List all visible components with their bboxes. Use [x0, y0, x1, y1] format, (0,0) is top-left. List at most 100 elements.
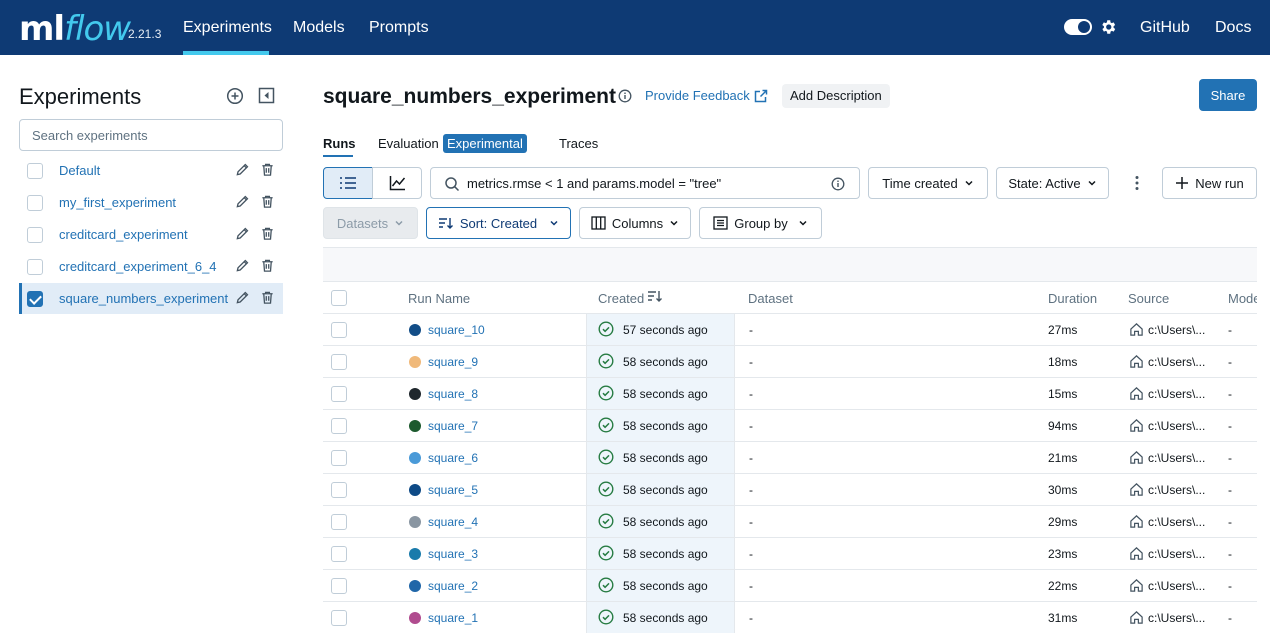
source-value[interactable]: c:\Users\...	[1148, 515, 1205, 529]
experiment-name[interactable]: creditcard_experiment	[59, 227, 188, 242]
table-row[interactable]: square_9 58 seconds ago - 18ms c:\Users\…	[323, 345, 1257, 377]
info-icon[interactable]	[831, 177, 845, 191]
pencil-icon[interactable]	[235, 162, 250, 177]
row-checkbox[interactable]	[331, 514, 347, 530]
add-description-button[interactable]: Add Description	[782, 84, 890, 108]
run-color-dot[interactable]	[409, 612, 421, 624]
run-name-link[interactable]: square_5	[428, 483, 478, 497]
source-value[interactable]: c:\Users\...	[1148, 355, 1205, 369]
mlflow-logo[interactable]: ml flow	[19, 4, 131, 48]
table-row[interactable]: square_6 58 seconds ago - 21ms c:\Users\…	[323, 441, 1257, 473]
run-color-dot[interactable]	[409, 484, 421, 496]
column-header-duration[interactable]: Duration	[1048, 291, 1097, 306]
collapse-sidebar-icon[interactable]	[258, 87, 275, 104]
group-by-select[interactable]: Group by	[699, 207, 822, 239]
source-value[interactable]: c:\Users\...	[1148, 579, 1205, 593]
source-value[interactable]: c:\Users\...	[1148, 451, 1205, 465]
experiment-checkbox[interactable]	[27, 163, 43, 179]
provide-feedback-link[interactable]: Provide Feedback	[645, 88, 750, 103]
run-color-dot[interactable]	[409, 356, 421, 368]
source-value[interactable]: c:\Users\...	[1148, 387, 1205, 401]
experiment-item-my-first-experiment[interactable]: my_first_experiment	[19, 187, 283, 218]
nav-github[interactable]: GitHub	[1140, 19, 1190, 37]
external-link-icon[interactable]	[753, 88, 769, 104]
dark-mode-toggle[interactable]	[1064, 19, 1092, 35]
experiment-item-default[interactable]: Default	[19, 155, 283, 186]
search-runs-value[interactable]: metrics.rmse < 1 and params.model = "tre…	[467, 176, 721, 191]
select-all-checkbox[interactable]	[331, 290, 347, 306]
run-name-link[interactable]: square_6	[428, 451, 478, 465]
search-experiments-input[interactable]	[19, 119, 283, 151]
experiment-name[interactable]: creditcard_experiment_6_4	[59, 259, 217, 274]
tab-runs[interactable]: Runs	[323, 136, 356, 151]
nav-docs[interactable]: Docs	[1215, 19, 1251, 37]
column-header-dataset[interactable]: Dataset	[748, 291, 793, 306]
trash-icon[interactable]	[260, 226, 275, 241]
experiment-name[interactable]: square_numbers_experiment	[59, 291, 228, 306]
run-name-link[interactable]: square_2	[428, 579, 478, 593]
row-checkbox[interactable]	[331, 578, 347, 594]
sort-descending-icon[interactable]	[647, 289, 663, 303]
nav-prompts[interactable]: Prompts	[369, 19, 429, 37]
chart-view-button[interactable]	[372, 167, 422, 199]
column-header-source[interactable]: Source	[1128, 291, 1169, 306]
trash-icon[interactable]	[260, 162, 275, 177]
table-row[interactable]: square_7 58 seconds ago - 94ms c:\Users\…	[323, 409, 1257, 441]
source-value[interactable]: c:\Users\...	[1148, 419, 1205, 433]
sort-select[interactable]: Sort: Created	[426, 207, 571, 239]
column-header-run-name[interactable]: Run Name	[408, 291, 470, 306]
experiment-name[interactable]: Default	[59, 163, 100, 178]
run-color-dot[interactable]	[409, 516, 421, 528]
run-color-dot[interactable]	[409, 388, 421, 400]
pencil-icon[interactable]	[235, 226, 250, 241]
table-row[interactable]: square_3 58 seconds ago - 23ms c:\Users\…	[323, 537, 1257, 569]
experiment-checkbox-checked[interactable]	[27, 291, 43, 307]
pencil-icon[interactable]	[235, 290, 250, 305]
share-button[interactable]: Share	[1199, 79, 1257, 111]
pencil-icon[interactable]	[235, 194, 250, 209]
row-checkbox[interactable]	[331, 482, 347, 498]
row-checkbox[interactable]	[331, 418, 347, 434]
table-row[interactable]: square_1 58 seconds ago - 31ms c:\Users\…	[323, 601, 1257, 633]
table-row[interactable]: square_4 58 seconds ago - 29ms c:\Users\…	[323, 505, 1257, 537]
run-name-link[interactable]: square_10	[428, 323, 485, 337]
row-checkbox[interactable]	[331, 610, 347, 626]
search-runs-input[interactable]: metrics.rmse < 1 and params.model = "tre…	[430, 167, 860, 199]
nav-models[interactable]: Models	[293, 19, 345, 37]
run-color-dot[interactable]	[409, 420, 421, 432]
run-name-link[interactable]: square_7	[428, 419, 478, 433]
row-checkbox[interactable]	[331, 386, 347, 402]
source-value[interactable]: c:\Users\...	[1148, 611, 1205, 625]
experiment-checkbox[interactable]	[27, 227, 43, 243]
experiment-checkbox[interactable]	[27, 259, 43, 275]
experiment-checkbox[interactable]	[27, 195, 43, 211]
run-name-link[interactable]: square_1	[428, 611, 478, 625]
kebab-menu-icon[interactable]	[1131, 175, 1143, 191]
datasets-select[interactable]: Datasets	[323, 207, 418, 239]
state-select[interactable]: State: Active	[996, 167, 1109, 199]
experiment-item-creditcard-experiment[interactable]: creditcard_experiment	[19, 219, 283, 250]
row-checkbox[interactable]	[331, 450, 347, 466]
add-experiment-icon[interactable]	[226, 87, 244, 105]
time-created-select[interactable]: Time created	[868, 167, 988, 199]
new-run-button[interactable]: New run	[1162, 167, 1257, 199]
experiment-name[interactable]: my_first_experiment	[59, 195, 176, 210]
gear-icon[interactable]	[1099, 18, 1117, 36]
source-value[interactable]: c:\Users\...	[1148, 323, 1205, 337]
source-value[interactable]: c:\Users\...	[1148, 547, 1205, 561]
columns-select[interactable]: Columns	[579, 207, 691, 239]
pencil-icon[interactable]	[235, 258, 250, 273]
tab-traces[interactable]: Traces	[559, 136, 598, 151]
run-name-link[interactable]: square_4	[428, 515, 478, 529]
table-view-button[interactable]	[323, 167, 373, 199]
experiment-item-creditcard-experiment-6-4[interactable]: creditcard_experiment_6_4	[19, 251, 283, 282]
run-name-link[interactable]: square_9	[428, 355, 478, 369]
run-color-dot[interactable]	[409, 580, 421, 592]
trash-icon[interactable]	[260, 194, 275, 209]
column-header-created[interactable]: Created	[598, 291, 644, 306]
run-color-dot[interactable]	[409, 548, 421, 560]
table-row[interactable]: square_8 58 seconds ago - 15ms c:\Users\…	[323, 377, 1257, 409]
nav-experiments[interactable]: Experiments	[183, 19, 272, 37]
row-checkbox[interactable]	[331, 546, 347, 562]
trash-icon[interactable]	[260, 258, 275, 273]
